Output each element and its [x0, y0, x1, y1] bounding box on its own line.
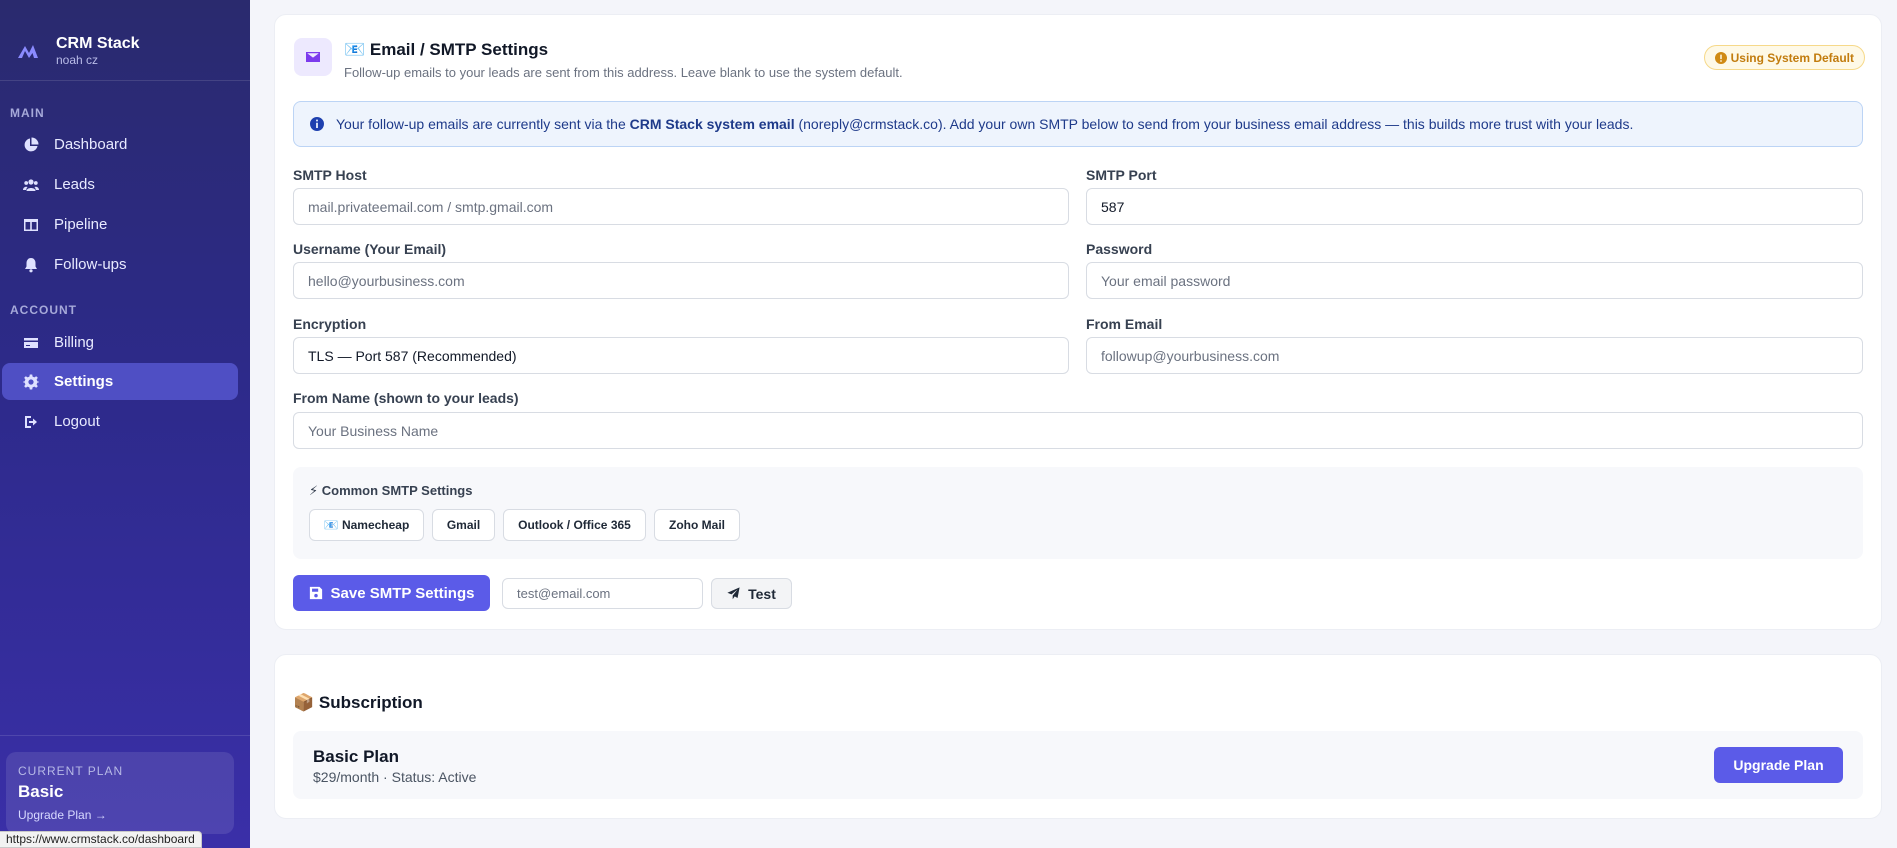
sidebar-item-leads[interactable]: Leads [2, 166, 238, 203]
status-badge-text: Using System Default [1730, 50, 1854, 65]
divider [0, 80, 250, 81]
divider [0, 735, 250, 736]
section-title: 📧 Email / SMTP Settings [344, 40, 549, 59]
from-email-input[interactable]: followup@yourbusiness.com [1086, 337, 1863, 374]
gear-icon [22, 373, 40, 391]
columns-icon [22, 216, 40, 234]
info-circle-icon [310, 117, 324, 131]
sidebar-item-logout[interactable]: Logout [2, 403, 238, 440]
envelope-icon [294, 38, 332, 76]
floppy-disk-icon [309, 586, 322, 600]
save-smtp-button[interactable]: Save SMTP Settings [293, 575, 490, 611]
upgrade-plan-button[interactable]: Upgrade Plan [1714, 747, 1843, 783]
subscription-card: 📦 Subscription Basic Plan $29/month · St… [274, 654, 1882, 819]
current-plan-card: CURRENT PLAN Basic Upgrade Plan → [6, 752, 234, 834]
subscription-title: 📦 Subscription [293, 693, 423, 712]
test-email-input[interactable]: test@email.com [502, 578, 703, 609]
preset-namecheap-button[interactable]: 📧 Namecheap [309, 509, 424, 541]
test-label: Test [748, 585, 776, 602]
brand-title: CRM Stack [56, 35, 140, 52]
logo-icon [18, 45, 38, 58]
subscription-plan-box: Basic Plan $29/month · Status: Active Up… [293, 731, 1863, 799]
logout-icon [22, 413, 40, 431]
users-icon [22, 176, 40, 194]
smtp-host-label: SMTP Host [293, 167, 367, 183]
from-email-label: From Email [1086, 316, 1163, 332]
sidebar-item-follow-ups[interactable]: Follow-ups [2, 246, 238, 283]
test-button[interactable]: Test [711, 578, 792, 609]
info-circle-icon [1714, 51, 1727, 64]
common-smtp-presets: ⚡ Common SMTP Settings 📧 Namecheap Gmail… [293, 467, 1863, 559]
bell-icon [22, 256, 40, 274]
current-plan-label: CURRENT PLAN [18, 764, 124, 778]
encryption-label: Encryption [293, 316, 367, 332]
plan-name: Basic Plan [313, 747, 399, 766]
sidebar-item-dashboard[interactable]: Dashboard [2, 126, 238, 163]
from-name-label: From Name (shown to your leads) [293, 390, 519, 406]
chart-pie-icon [22, 136, 40, 154]
sidebar: CRM Stack noah cz MAIN Dashboard Leads P… [0, 0, 250, 848]
sidebar-item-label: Billing [54, 334, 95, 351]
sidebar-item-label: Dashboard [54, 136, 128, 153]
preset-gmail-button[interactable]: Gmail [432, 509, 495, 541]
status-badge: Using System Default [1703, 45, 1865, 70]
credit-card-icon [22, 334, 40, 352]
smtp-settings-card: 📧 Email / SMTP Settings Follow-up emails… [274, 14, 1882, 630]
save-smtp-label: Save SMTP Settings [330, 584, 475, 602]
password-label: Password [1086, 241, 1153, 257]
username-input[interactable]: hello@yourbusiness.com [293, 262, 1069, 299]
info-alert: Your follow-up emails are currently sent… [293, 101, 1863, 147]
sidebar-item-label: Pipeline [54, 216, 108, 233]
sidebar-item-billing[interactable]: Billing [2, 324, 238, 361]
brand[interactable]: CRM Stack noah cz [0, 0, 250, 80]
smtp-host-input[interactable]: mail.privateemail.com / smtp.gmail.com [293, 188, 1069, 225]
sidebar-item-pipeline[interactable]: Pipeline [2, 206, 238, 243]
current-plan-name: Basic [18, 782, 64, 801]
sidebar-item-label: Follow-ups [54, 256, 127, 273]
plan-meta: $29/month · Status: Active [313, 769, 477, 785]
status-bar-url: https://www.crmstack.co/dashboard [0, 831, 202, 848]
nav-section-account: ACCOUNT [10, 303, 77, 317]
password-input[interactable]: Your email password [1086, 262, 1863, 299]
username-label: Username (Your Email) [293, 241, 447, 257]
preset-outlook-button[interactable]: Outlook / Office 365 [503, 509, 646, 541]
sidebar-item-label: Settings [54, 373, 114, 390]
from-name-input[interactable]: Your Business Name [293, 412, 1863, 449]
sidebar-item-label: Logout [54, 413, 100, 430]
presets-title: ⚡ Common SMTP Settings [309, 483, 473, 498]
sidebar-item-label: Leads [54, 176, 95, 193]
info-text: Your follow-up emails are currently sent… [336, 116, 1634, 132]
smtp-port-input[interactable]: 587 [1086, 188, 1863, 225]
preset-zoho-button[interactable]: Zoho Mail [654, 509, 740, 541]
upgrade-plan-link[interactable]: Upgrade Plan → [18, 808, 222, 822]
smtp-port-label: SMTP Port [1086, 167, 1157, 183]
section-subtitle: Follow-up emails to your leads are sent … [344, 65, 903, 80]
sidebar-item-settings[interactable]: Settings [2, 363, 238, 400]
nav-section-main: MAIN [10, 106, 45, 120]
brand-user: noah cz [56, 53, 99, 67]
encryption-select[interactable]: TLS — Port 587 (Recommended) [293, 337, 1069, 374]
paper-plane-icon [727, 587, 740, 600]
